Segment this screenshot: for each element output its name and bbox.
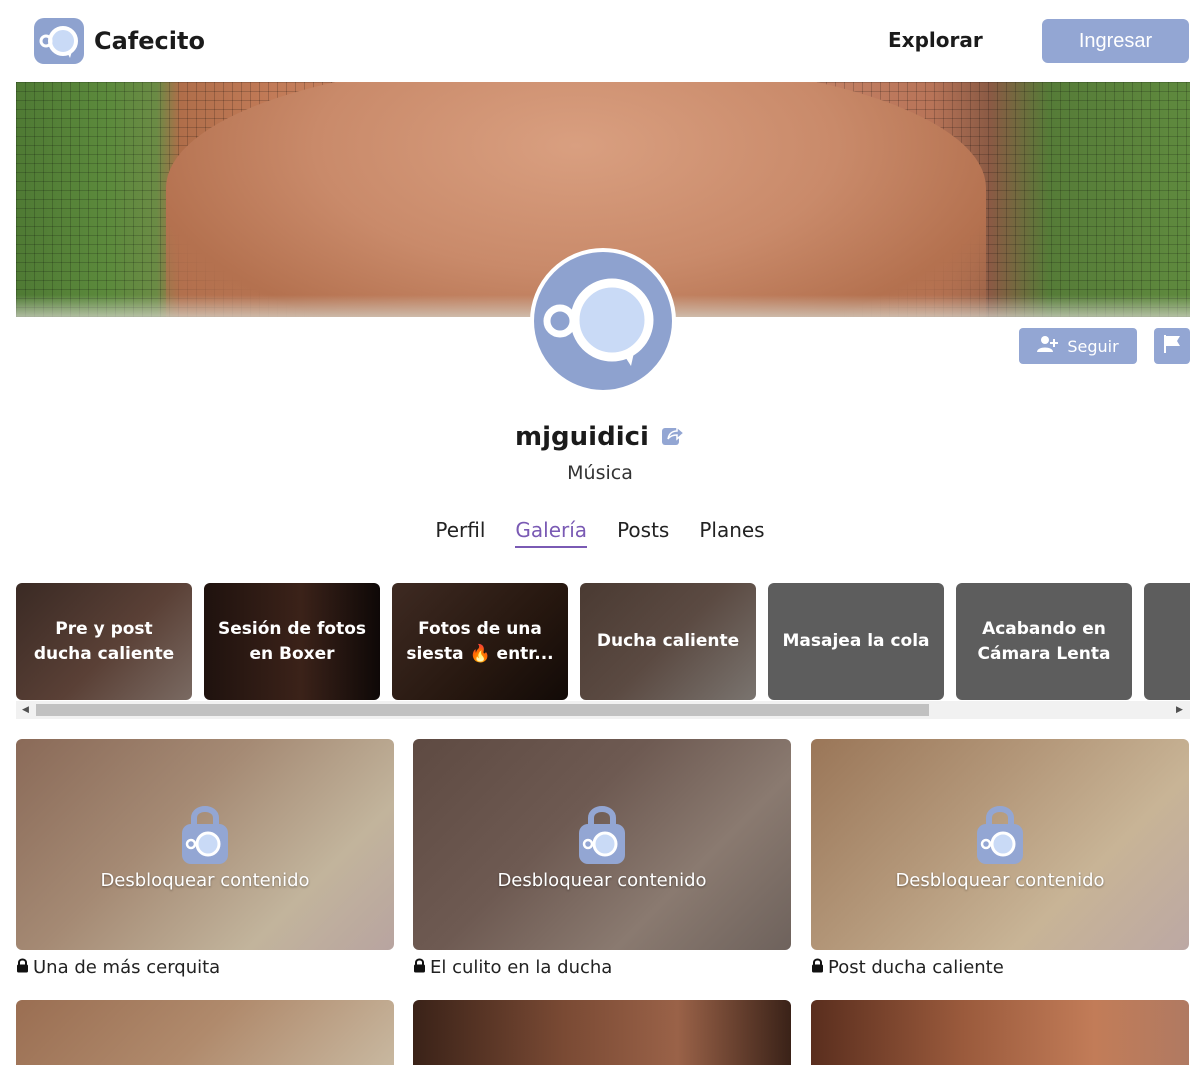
album-card[interactable] bbox=[1144, 583, 1190, 700]
locked-post-card[interactable] bbox=[811, 1000, 1189, 1065]
scroll-thumb[interactable] bbox=[36, 704, 929, 716]
lock-icon bbox=[575, 802, 629, 866]
profile-tabs: Perfil Galería Posts Planes bbox=[0, 518, 1200, 548]
post-caption[interactable]: Una de más cerquita bbox=[16, 957, 220, 978]
tab-perfil[interactable]: Perfil bbox=[435, 518, 485, 548]
lock-icon bbox=[178, 802, 232, 866]
locked-post-card[interactable] bbox=[413, 1000, 791, 1065]
brand-link[interactable]: Cafecito bbox=[34, 18, 205, 64]
scroll-right-arrow-icon[interactable]: ▶ bbox=[1176, 705, 1183, 715]
album-card[interactable]: Masajea la cola bbox=[768, 583, 944, 700]
album-card[interactable]: Acabando en Cámara Lenta bbox=[956, 583, 1132, 700]
add-user-icon bbox=[1037, 335, 1059, 357]
album-title: Masajea la cola bbox=[782, 631, 930, 651]
tab-posts[interactable]: Posts bbox=[617, 518, 669, 548]
explore-link[interactable]: Explorar bbox=[888, 28, 983, 52]
avatar bbox=[530, 248, 676, 394]
report-button[interactable] bbox=[1154, 328, 1190, 364]
album-title: Pre y post ducha caliente bbox=[33, 618, 175, 664]
album-title: Acabando en Cámara Lenta bbox=[977, 618, 1111, 664]
album-title: Fotos de una siesta 🔥 entr... bbox=[406, 618, 554, 664]
album-card[interactable]: Pre y post ducha caliente bbox=[16, 583, 192, 700]
padlock-icon bbox=[16, 957, 29, 978]
lock-icon bbox=[973, 802, 1027, 866]
album-title: Ducha caliente bbox=[596, 631, 740, 651]
album-title: Sesión de fotos en Boxer bbox=[217, 618, 367, 664]
cafecito-logo-icon bbox=[34, 18, 84, 64]
locked-post-card[interactable] bbox=[16, 1000, 394, 1065]
album-strip: Pre y post ducha caliente Sesión de foto… bbox=[16, 583, 1190, 700]
share-icon[interactable] bbox=[661, 424, 686, 450]
tab-planes[interactable]: Planes bbox=[699, 518, 764, 548]
locked-post-card[interactable]: Desbloquear contenido bbox=[413, 739, 791, 950]
follow-label: Seguir bbox=[1067, 336, 1119, 356]
post-caption[interactable]: El culito en la ducha bbox=[413, 957, 612, 978]
brand-name: Cafecito bbox=[94, 27, 205, 55]
login-button[interactable]: Ingresar bbox=[1042, 19, 1189, 63]
unlock-label: Desbloquear contenido bbox=[497, 870, 707, 891]
username: mjguidici bbox=[515, 422, 649, 452]
unlock-label: Desbloquear contenido bbox=[100, 870, 310, 891]
padlock-icon bbox=[811, 957, 824, 978]
tab-galeria[interactable]: Galería bbox=[515, 518, 588, 548]
profile-category: Música bbox=[567, 462, 633, 484]
locked-post-card[interactable]: Desbloquear contenido bbox=[16, 739, 394, 950]
album-card[interactable]: Ducha caliente bbox=[580, 583, 756, 700]
post-caption-text: El culito en la ducha bbox=[430, 957, 613, 978]
locked-post-card[interactable]: Desbloquear contenido bbox=[811, 739, 1189, 950]
unlock-label: Desbloquear contenido bbox=[895, 870, 1105, 891]
follow-button[interactable]: Seguir bbox=[1019, 328, 1137, 364]
username-row: mjguidici bbox=[0, 422, 1200, 452]
scroll-left-arrow-icon[interactable]: ◀ bbox=[22, 705, 29, 715]
flag-icon bbox=[1163, 334, 1181, 358]
padlock-icon bbox=[413, 957, 426, 978]
album-scrollbar[interactable]: ◀ ▶ bbox=[16, 701, 1190, 719]
album-card[interactable]: Sesión de fotos en Boxer bbox=[204, 583, 380, 700]
top-header: Cafecito Explorar Ingresar bbox=[0, 0, 1200, 82]
post-caption-text: Una de más cerquita bbox=[33, 957, 221, 978]
album-card[interactable]: Fotos de una siesta 🔥 entr... bbox=[392, 583, 568, 700]
post-caption[interactable]: Post ducha caliente bbox=[811, 957, 1004, 978]
post-caption-text: Post ducha caliente bbox=[828, 957, 1004, 978]
